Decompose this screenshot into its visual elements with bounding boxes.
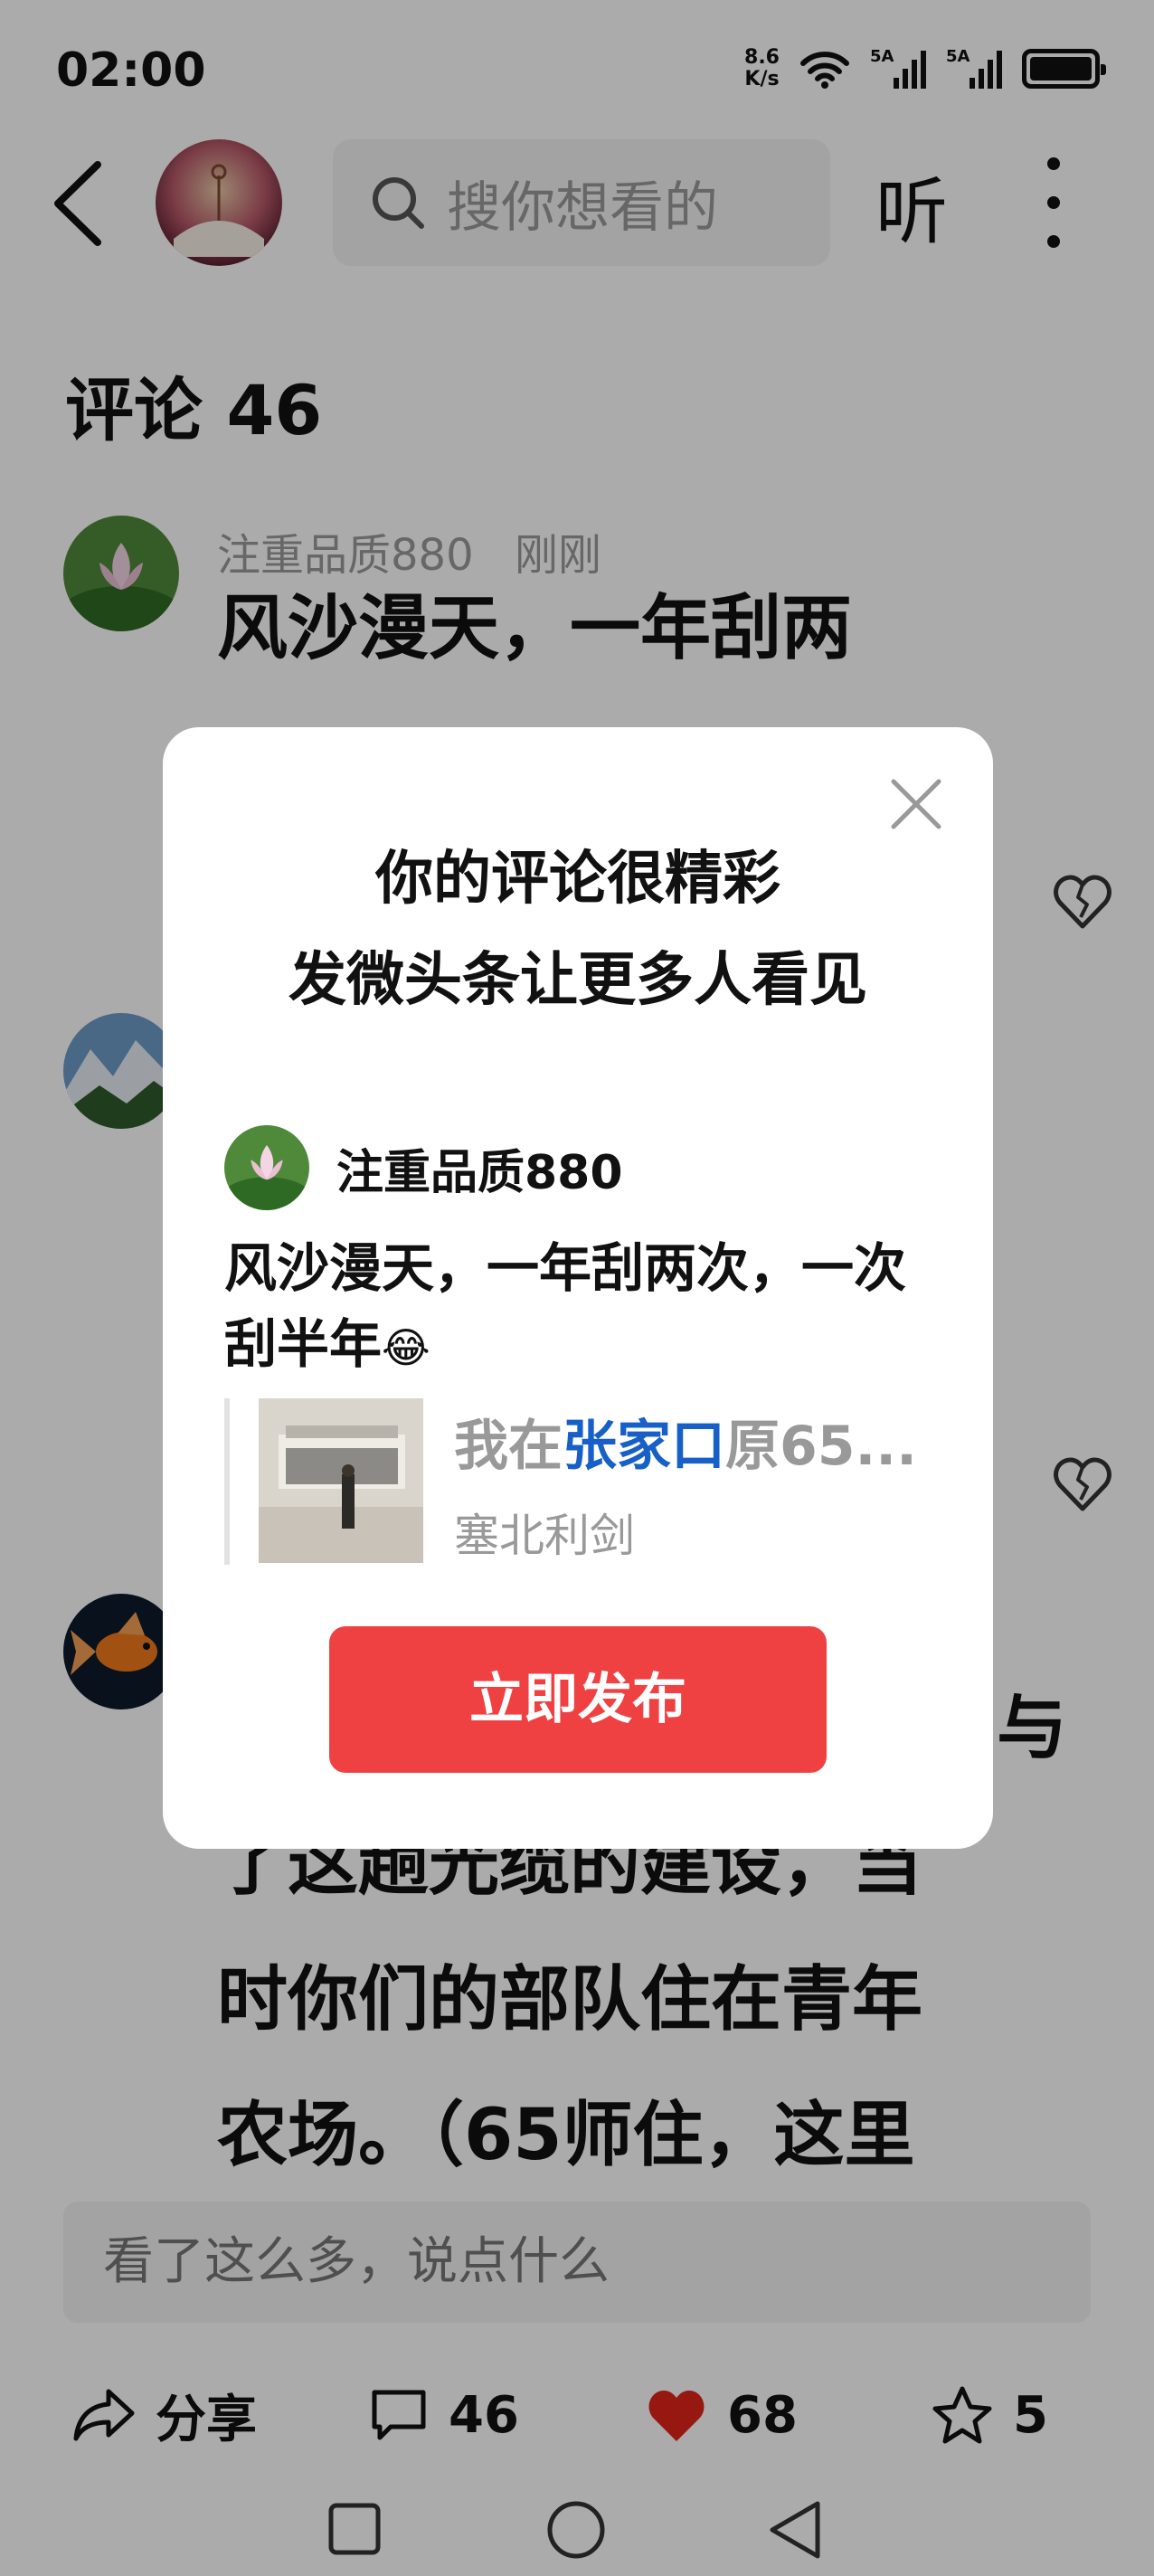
quoted-article-title: 我在张家口原65... xyxy=(454,1415,917,1478)
laugh-cry-emoji-icon: 😂 xyxy=(382,1323,430,1372)
topic-link: 张家口 xyxy=(563,1415,725,1478)
dialog-user: 注重品质880 xyxy=(224,1125,623,1210)
publish-dialog: 你的评论很精彩 发微头条让更多人看见 注重品质880 风沙漫天，一年刮两次，一次… xyxy=(163,727,993,1849)
quoted-article-author: 塞北利剑 xyxy=(454,1510,635,1562)
dialog-avatar xyxy=(224,1125,309,1210)
article-thumbnail xyxy=(259,1398,423,1563)
dialog-comment-text: 风沙漫天，一年刮两次，一次刮半年😂 xyxy=(224,1237,907,1375)
close-icon[interactable] xyxy=(886,774,946,834)
dialog-username: 注重品质880 xyxy=(336,1145,623,1200)
dialog-title: 你的评论很精彩 发微头条让更多人看见 xyxy=(288,846,867,1014)
quoted-article: 我在张家口原65... 塞北利剑 xyxy=(224,1398,930,1565)
publish-button[interactable]: 立即发布 xyxy=(329,1626,827,1773)
